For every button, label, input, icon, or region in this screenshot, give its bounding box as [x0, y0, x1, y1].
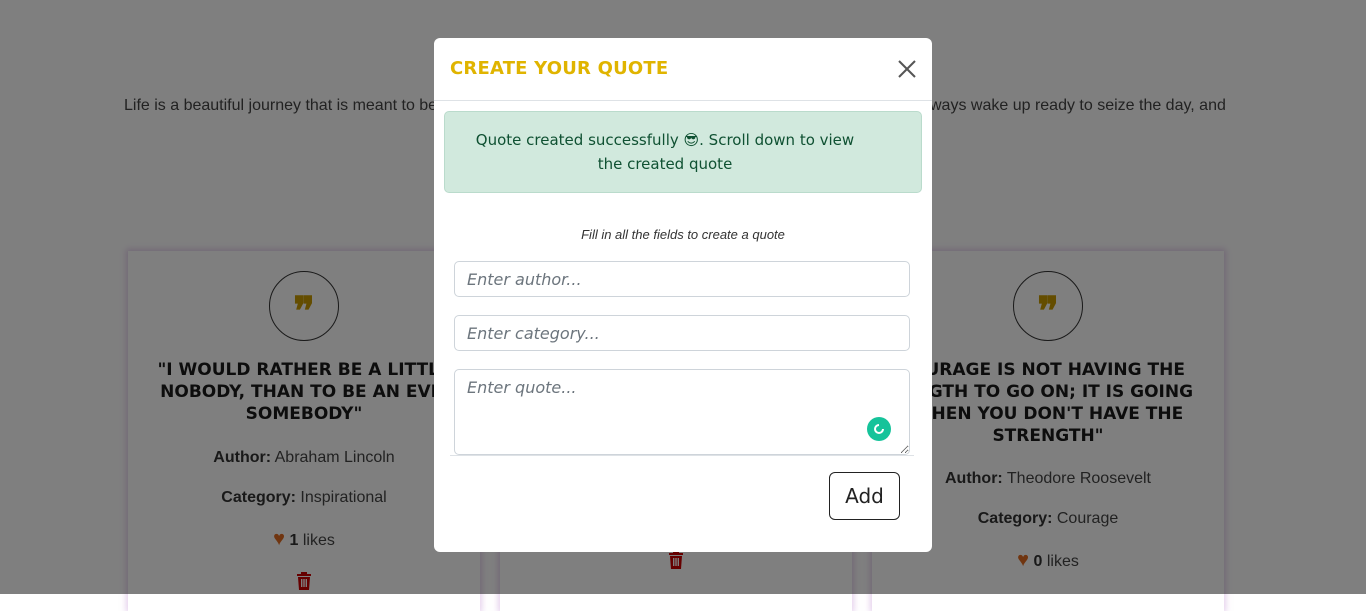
modal-header: CREATE YOUR QUOTE	[434, 38, 932, 101]
grammarly-icon[interactable]	[867, 417, 891, 441]
quote-textarea[interactable]	[454, 369, 910, 455]
category-input[interactable]	[454, 315, 910, 351]
alert-message: Quote created successfully 😎. Scroll dow…	[475, 131, 855, 173]
add-button[interactable]: Add	[829, 472, 900, 520]
author-input[interactable]	[454, 261, 910, 297]
footer-divider	[450, 455, 914, 456]
modal-title: CREATE YOUR QUOTE	[450, 58, 669, 79]
close-icon[interactable]	[896, 58, 918, 80]
form-hint: Fill in all the fields to create a quote	[581, 227, 785, 242]
create-quote-modal: CREATE YOUR QUOTE Quote created successf…	[434, 38, 932, 552]
success-alert: Quote created successfully 😎. Scroll dow…	[444, 111, 922, 193]
